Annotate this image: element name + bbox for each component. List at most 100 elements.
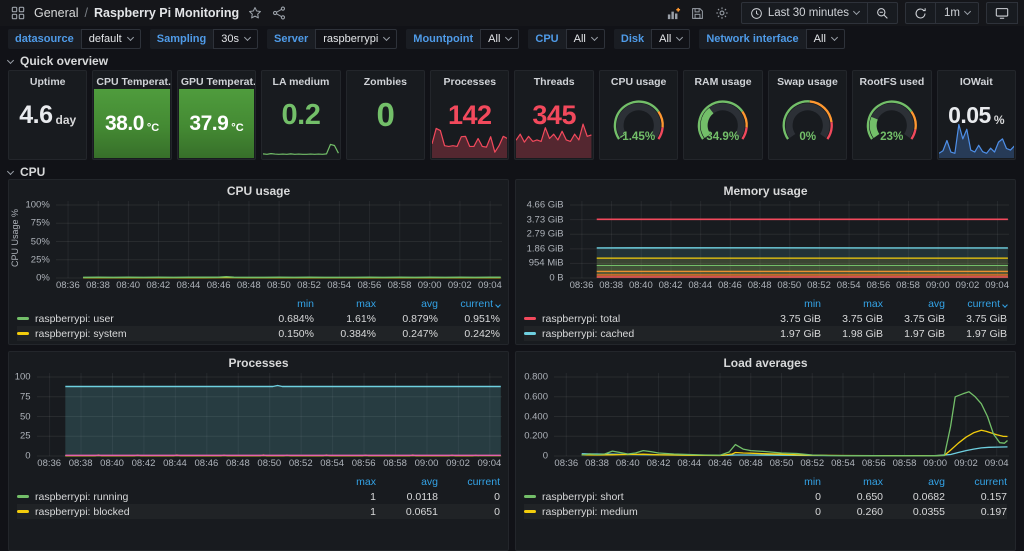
y-axis-tick-label: 0: [518, 451, 548, 462]
panel-title[interactable]: Processes: [9, 352, 508, 369]
legend-series-toggle[interactable]: raspberrypi: short: [524, 491, 759, 503]
panel-title[interactable]: Uptime: [9, 71, 86, 88]
panel-title[interactable]: LA medium: [262, 71, 339, 88]
variable-value-dropdown[interactable]: All: [566, 29, 605, 49]
variable-value-dropdown[interactable]: All: [806, 29, 845, 49]
legend-column-current[interactable]: current: [438, 298, 500, 310]
x-axis: 08:3608:3808:4008:4208:4408:4608:4808:50…: [56, 279, 502, 292]
x-axis-tick-label: 08:52: [800, 458, 824, 469]
share-icon[interactable]: [267, 2, 291, 24]
legend-column-max[interactable]: max: [821, 476, 883, 488]
star-icon[interactable]: [243, 2, 267, 24]
variable-value-dropdown[interactable]: raspberrypi: [315, 29, 397, 49]
x-axis-tick-label: 08:38: [86, 280, 110, 291]
panel-title[interactable]: IOWait: [938, 71, 1015, 88]
breadcrumb-separator: /: [84, 6, 87, 20]
refresh-icon: [914, 7, 927, 20]
legend-column-min[interactable]: min: [252, 298, 314, 310]
time-range-picker[interactable]: Last 30 minutes: [741, 2, 868, 24]
legend: maxavgcurrentraspberrypi: running10.0118…: [9, 472, 508, 519]
panel-title[interactable]: CPU usage: [9, 180, 508, 197]
panel-title[interactable]: Swap usage: [769, 71, 846, 88]
legend-column-current[interactable]: current: [945, 298, 1007, 310]
clock-icon: [750, 7, 763, 20]
stat-panel-zombies: Zombies0: [346, 70, 425, 160]
legend-series-name: raspberrypi: user: [35, 313, 114, 325]
section-quick-overview[interactable]: Quick overview: [0, 52, 1024, 68]
legend-series-name: raspberrypi: cached: [542, 328, 634, 340]
variable-chip-cpu: CPUAll: [528, 29, 604, 49]
variable-value-dropdown[interactable]: All: [651, 29, 690, 49]
legend-column-current[interactable]: current: [945, 476, 1007, 488]
legend-column-max[interactable]: max: [314, 476, 376, 488]
panel-title[interactable]: GPU Temperat...: [178, 71, 255, 88]
chart-panel-memory-usage: Memory usage0 B954 MiB1.86 GiB2.79 GiB3.…: [515, 179, 1016, 345]
legend-column-avg[interactable]: avg: [376, 298, 438, 310]
legend-column-label: avg: [421, 298, 438, 310]
panel-title[interactable]: Memory usage: [516, 180, 1015, 197]
refresh-interval-label: 1m: [944, 7, 960, 19]
section-cpu[interactable]: CPU: [0, 163, 1024, 179]
x-axis-tick-label: 09:02: [446, 458, 470, 469]
stat-green-background: 38.0°C: [94, 89, 169, 158]
panel-title[interactable]: RootFS used: [853, 71, 930, 88]
series-color-dash: [524, 510, 536, 513]
plot-canvas[interactable]: [37, 369, 502, 457]
settings-gear-icon[interactable]: [710, 2, 734, 24]
panel-title[interactable]: CPU usage: [600, 71, 677, 88]
variable-value-dropdown[interactable]: 30s: [213, 29, 258, 49]
x-axis-tick-label: 08:50: [777, 280, 801, 291]
stat-number: 142: [448, 100, 492, 131]
legend-series-toggle[interactable]: raspberrypi: total: [524, 313, 759, 325]
page-title[interactable]: Raspberry Pi Monitoring: [94, 6, 239, 20]
legend-series-toggle[interactable]: raspberrypi: blocked: [17, 506, 314, 518]
panel-title[interactable]: Zombies: [347, 71, 424, 88]
plot-area: 00.2000.4000.6000.800: [516, 369, 1009, 457]
legend-series-toggle[interactable]: raspberrypi: system: [17, 328, 252, 340]
chart-panel-cpu-usage: CPU usageCPU Usage %0%25%50%75%100%08:36…: [8, 179, 509, 345]
legend-value: 3.75 GiB: [945, 313, 1007, 325]
legend-column-avg[interactable]: avg: [376, 476, 438, 488]
sort-caret-icon: [495, 302, 501, 308]
legend-series-toggle[interactable]: raspberrypi: running: [17, 491, 314, 503]
legend-column-min[interactable]: min: [759, 476, 821, 488]
add-panel-icon[interactable]: [662, 2, 686, 24]
plot-canvas[interactable]: [56, 197, 502, 279]
kiosk-tv-button[interactable]: [986, 2, 1018, 24]
legend-column-current[interactable]: current: [438, 476, 500, 488]
breadcrumb-section[interactable]: General: [34, 6, 78, 20]
legend-series-name: raspberrypi: blocked: [35, 506, 130, 518]
legend-value: 0.384%: [314, 328, 376, 340]
stat-panel-threads: Threads345: [514, 70, 593, 160]
legend-series-toggle[interactable]: raspberrypi: cached: [524, 328, 759, 340]
legend-value: 0: [759, 491, 821, 503]
y-axis-tick-label: 50: [11, 411, 31, 422]
svg-text:1.45%: 1.45%: [622, 130, 656, 143]
save-dashboard-icon[interactable]: [686, 2, 710, 24]
panel-title[interactable]: CPU Temperat...: [93, 71, 170, 88]
panel-title[interactable]: Processes: [431, 71, 508, 88]
x-axis-tick-label: 08:46: [207, 280, 231, 291]
legend-row: raspberrypi: blocked10.06510: [17, 504, 500, 519]
legend-series-toggle[interactable]: raspberrypi: medium: [524, 506, 759, 518]
variable-value-dropdown[interactable]: default: [81, 29, 141, 49]
panel-title[interactable]: Threads: [515, 71, 592, 88]
legend-column-label: current: [967, 298, 1000, 310]
legend-column-avg[interactable]: avg: [883, 476, 945, 488]
legend-column-max[interactable]: max: [314, 298, 376, 310]
zoom-out-button[interactable]: [867, 2, 898, 24]
overview-panels-row: Uptime4.6dayCPU Temperat...38.0°CGPU Tem…: [0, 68, 1024, 163]
panel-title[interactable]: RAM usage: [684, 71, 761, 88]
svg-text:0%: 0%: [799, 130, 816, 143]
legend-series-toggle[interactable]: raspberrypi: user: [17, 313, 252, 325]
plot-canvas[interactable]: [554, 369, 1009, 457]
legend-column-max[interactable]: max: [821, 298, 883, 310]
apps-grid-icon[interactable]: [6, 2, 30, 24]
refresh-button[interactable]: [905, 2, 936, 24]
legend-column-avg[interactable]: avg: [883, 298, 945, 310]
refresh-interval-picker[interactable]: 1m: [935, 2, 979, 24]
legend-column-min[interactable]: min: [759, 298, 821, 310]
plot-canvas[interactable]: [570, 197, 1009, 279]
panel-title[interactable]: Load averages: [516, 352, 1015, 369]
variable-value-dropdown[interactable]: All: [480, 29, 519, 49]
